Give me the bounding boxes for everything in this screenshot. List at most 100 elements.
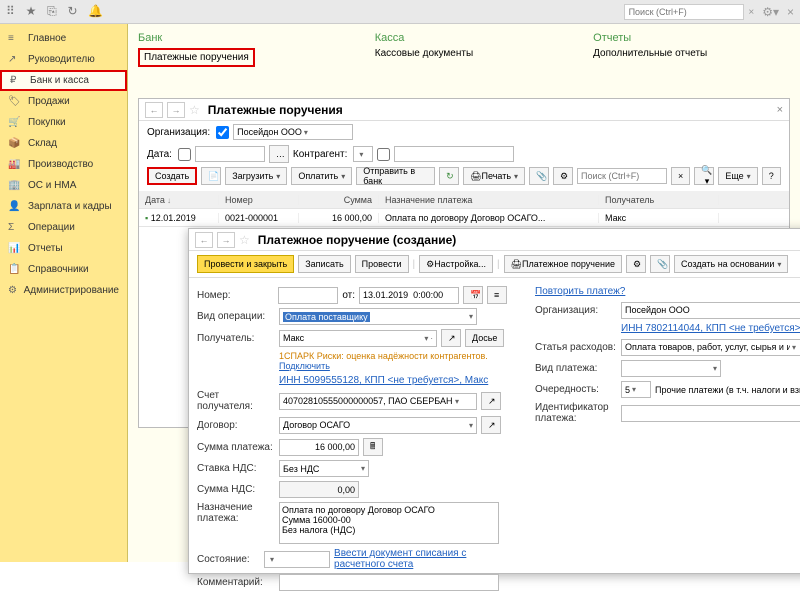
fav-star-icon[interactable]: ☆ (189, 103, 200, 117)
bell-icon[interactable]: 🔔 (88, 4, 103, 18)
send-bank-button[interactable]: Отправить в банк (356, 167, 435, 185)
date-input[interactable] (195, 146, 265, 162)
open-account-icon[interactable]: ↗ (481, 392, 501, 410)
sidebar-label: Отчеты (28, 243, 63, 254)
sidebar-item-warehouse[interactable]: 📦Склад (0, 133, 127, 154)
paytype-combo[interactable]: ▾ (621, 360, 721, 377)
write-button[interactable]: Записать (298, 255, 350, 273)
doc-status-icon: ▪ (145, 213, 148, 223)
sidebar-item-purchases[interactable]: 🛒Покупки (0, 112, 127, 133)
fwd-arrow-icon[interactable]: → (217, 232, 235, 248)
global-search-input[interactable] (624, 4, 744, 20)
vat-combo[interactable]: Без НДС▾ (279, 460, 369, 477)
org-label: Организация: (147, 127, 210, 138)
link-extra-reports[interactable]: Дополнительные отчеты (593, 48, 707, 59)
back-arrow-icon[interactable]: ← (145, 102, 163, 118)
table-row[interactable]: ▪ 12.01.2019 0021-000001 16 000,00 Оплат… (139, 209, 789, 227)
th-sum[interactable]: Сумма (299, 195, 379, 205)
sum-input[interactable] (279, 439, 359, 456)
comment-input[interactable] (279, 574, 499, 591)
inn-org-link[interactable]: ИНН 7802114044, КПП <не требуется>, ООО … (621, 323, 800, 334)
org-checkbox[interactable] (216, 126, 229, 139)
th-desc[interactable]: Назначение платежа (379, 195, 599, 205)
gear-icon[interactable]: ⚙▾ (762, 5, 779, 19)
date-ellipsis-icon[interactable]: … (269, 145, 289, 163)
more-button[interactable]: Еще▾ (718, 167, 757, 185)
copy-icon[interactable]: ⎘ (47, 4, 57, 18)
save-close-button[interactable]: Провести и закрыть (197, 255, 294, 273)
sidebar-item-admin[interactable]: ⚙Администрирование (0, 280, 127, 301)
contract-combo[interactable]: Договор ОСАГО▾ (279, 417, 477, 434)
close-panel-icon[interactable]: × (777, 104, 783, 116)
back-arrow-icon[interactable]: ← (195, 232, 213, 248)
number-input[interactable] (278, 287, 338, 304)
menu-icon[interactable]: ≡ (487, 286, 507, 304)
apps-icon[interactable]: ⠿ (6, 4, 15, 18)
kontr-combo[interactable]: ▾ (353, 146, 373, 162)
sidebar-item-production[interactable]: 🏭Производство (0, 154, 127, 175)
copy-button-icon[interactable]: 📄 (201, 167, 221, 185)
repeat-payment-link[interactable]: Повторить платеж? (535, 286, 625, 297)
calc-icon[interactable]: 🖩 (363, 438, 383, 456)
print-pp-button[interactable]: 🖨 Платежное поручение (504, 255, 622, 273)
purpose-textarea[interactable] (279, 502, 499, 544)
extra-icon[interactable]: ⚙ (626, 255, 646, 273)
clear-search-icon[interactable]: × (748, 7, 754, 18)
org2-combo[interactable]: Посейдон ООО▾ (621, 302, 800, 319)
open-contract-icon[interactable]: ↗ (481, 416, 501, 434)
sidebar-item-hr[interactable]: 👤Зарплата и кадры (0, 196, 127, 217)
optype-combo[interactable]: Оплата поставщику▾ (279, 308, 477, 325)
date-checkbox[interactable] (178, 148, 191, 161)
sidebar-item-main[interactable]: ≡Главное (0, 28, 127, 49)
open-recipient-icon[interactable]: ↗ (441, 329, 461, 347)
account-combo[interactable]: 40702810555000000057, ПАО СБЕРБАНК▾ (279, 393, 477, 410)
find-binoculars-icon[interactable]: 🔍▾ (694, 167, 714, 185)
print-button[interactable]: 🖨 Печать▾ (463, 167, 525, 185)
help-icon[interactable]: ? (762, 167, 781, 185)
refresh-icon[interactable]: ↻ (439, 167, 459, 185)
inn-recipient-link[interactable]: ИНН 5099555128, КПП <не требуется>, Макс (279, 375, 488, 386)
create-based-button[interactable]: Создать на основании▾ (674, 255, 788, 273)
ident-input[interactable] (621, 405, 800, 422)
post-button[interactable]: Провести (355, 255, 409, 273)
date-input[interactable] (359, 287, 459, 304)
th-recv[interactable]: Получатель (599, 195, 719, 205)
org-combo[interactable]: Посейдон ООО▾ (233, 124, 353, 140)
link-payment-orders[interactable]: Платежные поручения (138, 48, 255, 67)
link-cash-docs[interactable]: Кассовые документы (375, 48, 473, 59)
history-icon[interactable]: ↻ (68, 4, 78, 18)
fwd-arrow-icon[interactable]: → (167, 102, 185, 118)
expense-combo[interactable]: Оплата товаров, работ, услуг, сырья и ин… (621, 339, 800, 356)
calendar-icon[interactable]: 📅 (463, 286, 483, 304)
queue-combo[interactable]: 5▾ (621, 381, 651, 398)
close-app-icon[interactable]: × (787, 5, 794, 19)
building-icon: 🏢 (8, 180, 22, 191)
sidebar-item-bank[interactable]: ₽Банк и касса (0, 70, 127, 91)
attach-icon[interactable]: 📎 (529, 167, 549, 185)
pay-button[interactable]: Оплатить▾ (291, 167, 352, 185)
settings-button[interactable]: ⚙ Настройка... (419, 255, 493, 273)
th-num[interactable]: Номер (219, 195, 299, 205)
kontr-checkbox[interactable] (377, 148, 390, 161)
sidebar-item-catalogs[interactable]: 📋Справочники (0, 259, 127, 280)
create-button[interactable]: Создать (147, 167, 197, 185)
sidebar-item-operations[interactable]: ΣОперации (0, 217, 127, 238)
sidebar-item-director[interactable]: ↗Руководителю (0, 49, 127, 70)
star-icon[interactable]: ★ (26, 4, 37, 18)
state-combo[interactable]: ▾ (264, 551, 330, 568)
extra-icon[interactable]: ⚙ (553, 167, 573, 185)
sidebar-item-sales[interactable]: 🏷Продажи (0, 91, 127, 112)
clear-search-icon[interactable]: × (671, 167, 690, 185)
state-link[interactable]: Ввести документ списания с расчетного сч… (334, 548, 507, 570)
attach-icon[interactable]: 📎 (650, 255, 670, 273)
list-search-input[interactable] (577, 168, 667, 184)
spark-connect-link[interactable]: Подключить (279, 361, 330, 371)
recipient-combo[interactable]: Макс▾· (279, 330, 437, 347)
sidebar-item-assets[interactable]: 🏢ОС и НМА (0, 175, 127, 196)
kontr-input[interactable] (394, 146, 514, 162)
th-date[interactable]: Дата↓ (139, 195, 219, 205)
fav-star-icon[interactable]: ☆ (239, 233, 250, 247)
load-button[interactable]: Загрузить▾ (225, 167, 287, 185)
sidebar-item-reports[interactable]: 📊Отчеты (0, 238, 127, 259)
dosye-button[interactable]: Досье (465, 329, 504, 347)
